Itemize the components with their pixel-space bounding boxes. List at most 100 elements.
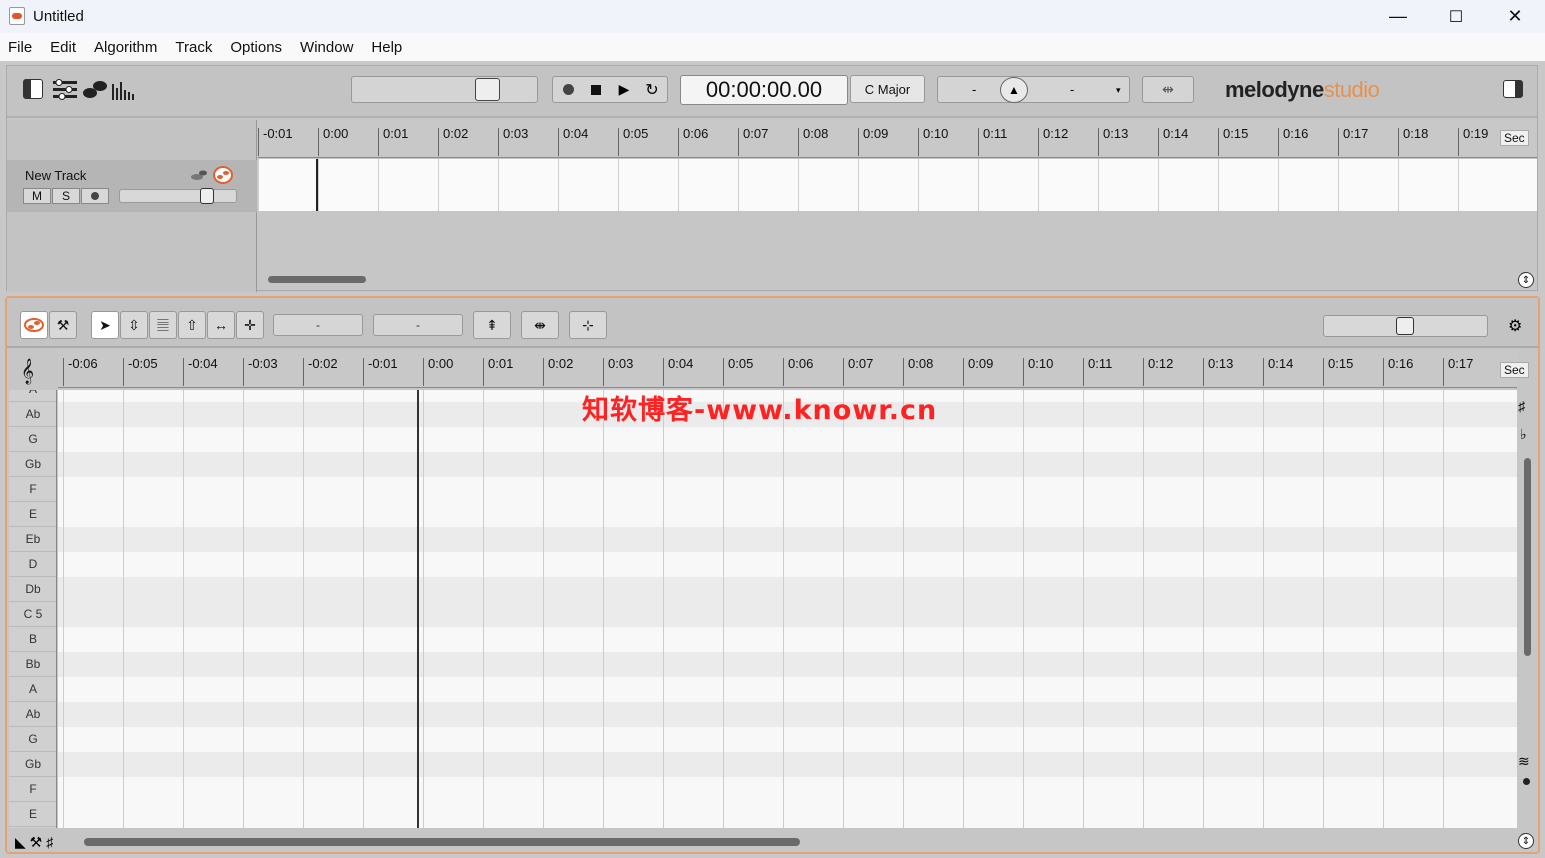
pitch-key[interactable]: G — [9, 727, 56, 752]
lane-gridline — [738, 159, 739, 211]
horizontal-scrollbar[interactable] — [268, 276, 366, 283]
playhead[interactable] — [316, 159, 318, 211]
blob-view-icon[interactable] — [83, 80, 109, 100]
editor-ruler[interactable]: -0:06 -0:05 -0:04 -0:03 -0:02 -0:01 0:00 0:01 0:… — [58, 350, 1517, 388]
sidebar-toggle-icon[interactable] — [23, 79, 43, 99]
pitch-tool-icon[interactable]: ⇳ — [120, 311, 148, 339]
menu-options[interactable]: Options — [230, 39, 282, 56]
layers-icon[interactable]: ≋ — [1518, 753, 1530, 770]
vertical-zoom-knob[interactable] — [1523, 778, 1530, 785]
mute-button[interactable]: M — [23, 188, 51, 204]
zoom-fit-icon[interactable]: ⊹ — [569, 311, 607, 339]
pitch-key[interactable]: E — [9, 502, 56, 527]
solo-button[interactable]: S — [52, 188, 80, 204]
editor-zoom-icon[interactable]: ⇕ — [1518, 833, 1534, 849]
quantize-time-icon[interactable]: ⇼ — [521, 311, 559, 339]
pitch-key[interactable]: Eb — [9, 527, 56, 552]
tracks-list-icon[interactable] — [51, 78, 79, 102]
lane-gridline — [498, 159, 499, 211]
pitch-key[interactable]: A — [9, 390, 56, 402]
ruler-label: 0:05 — [728, 356, 754, 371]
ruler-tick — [318, 128, 319, 156]
treble-clef-icon[interactable]: 𝄞 — [21, 358, 34, 384]
position-slider[interactable] — [351, 76, 538, 103]
note-grid[interactable] — [58, 390, 1517, 828]
tempo-sync-icon[interactable]: ⇹ — [1142, 76, 1194, 103]
pitch-key[interactable]: Db — [9, 577, 56, 602]
pitch-grid-icon[interactable]: ♯ — [1518, 398, 1525, 414]
zoom-slider[interactable] — [1323, 315, 1488, 337]
time-display[interactable]: 00:00:00.00 — [680, 75, 848, 105]
ruler-tick — [603, 358, 604, 386]
ruler-tick — [123, 358, 124, 386]
amplitude-tool-icon[interactable]: ⇧ — [178, 311, 206, 339]
pitch-key[interactable]: A — [9, 677, 56, 702]
pitch-key[interactable]: F — [9, 777, 56, 802]
menu-track[interactable]: Track — [175, 39, 212, 56]
ruler-tick — [1263, 358, 1264, 386]
time-value-field[interactable]: - — [373, 314, 463, 336]
pitch-value-field[interactable]: - — [273, 314, 363, 336]
pitch-key[interactable]: Gb — [9, 752, 56, 777]
play-button[interactable]: ▶ — [612, 79, 636, 100]
note-separation-tool-icon[interactable]: ✛ — [236, 311, 264, 339]
chevron-down-icon[interactable]: ▾ — [1116, 85, 1121, 96]
time-tool-icon[interactable]: ↔ — [207, 311, 235, 339]
tool-settings-icon[interactable]: ⚒ — [49, 311, 77, 339]
pitch-key[interactable]: G — [9, 427, 56, 452]
zoom-icon[interactable]: ⇕ — [1518, 272, 1534, 288]
pitch-key[interactable]: Bb — [9, 652, 56, 677]
key-selector[interactable]: C Major — [850, 75, 925, 103]
quantize-pitch-icon[interactable]: ⇞ — [473, 311, 511, 339]
minimize-button[interactable]: — — [1369, 0, 1427, 33]
gear-icon[interactable]: ⚙ — [1508, 316, 1522, 336]
grid-vline — [603, 390, 604, 828]
tempo-box[interactable]: - ▲ - ▾ — [937, 76, 1130, 103]
close-button[interactable]: ✕ — [1486, 0, 1544, 33]
menu-window[interactable]: Window — [300, 39, 353, 56]
pitch-key[interactable]: Gb — [9, 452, 56, 477]
record-button[interactable] — [556, 79, 580, 100]
track-name[interactable]: New Track — [25, 168, 86, 183]
track-row[interactable]: New Track M S — [7, 160, 257, 212]
maximize-button[interactable]: ☐ — [1427, 0, 1485, 33]
grid-row — [58, 727, 1517, 752]
pitch-ruler[interactable]: AAbGGbFEEbDDbC 5BBbAAbGGbFE — [9, 390, 57, 828]
metronome-icon[interactable]: ▲ — [1000, 77, 1028, 103]
record-arm-button[interactable] — [81, 188, 109, 204]
pitch-key[interactable]: B — [9, 627, 56, 652]
track-lane[interactable] — [258, 159, 1537, 211]
inspector-toggle-icon[interactable] — [1503, 80, 1523, 98]
ruler-label: 0:07 — [848, 356, 874, 371]
ruler-unit-label[interactable]: Sec — [1500, 130, 1529, 146]
menu-edit[interactable]: Edit — [50, 39, 76, 56]
vertical-scrollbar[interactable] — [1524, 458, 1531, 656]
editor-horizontal-scrollbar[interactable] — [84, 838, 800, 846]
track-volume-slider[interactable] — [119, 188, 237, 204]
stop-button[interactable] — [584, 79, 608, 100]
menu-help[interactable]: Help — [371, 39, 402, 56]
main-tool-icon[interactable]: ➤ — [91, 311, 119, 339]
ruler-tick — [1398, 128, 1399, 156]
ruler-label: 0:02 — [548, 356, 574, 371]
menu-file[interactable]: File — [8, 39, 32, 56]
arrangement-ruler[interactable]: -0:01 0:00 0:01 0:02 0:03 0:04 0:05 0:06 0:07 0:0… — [258, 120, 1537, 158]
note-edit-mode-icon[interactable] — [20, 311, 48, 339]
menu-algorithm[interactable]: Algorithm — [94, 39, 157, 56]
pitch-key[interactable]: F — [9, 477, 56, 502]
pitch-key[interactable]: C 5 — [9, 602, 56, 627]
pitch-key[interactable]: Ab — [9, 702, 56, 727]
bottom-tool-icons[interactable]: ◣ ⚒ ♯ — [15, 834, 53, 851]
scale-icon[interactable]: ♭ — [1520, 426, 1527, 443]
ruler-label: 0:06 — [683, 126, 709, 141]
ruler-label: 0:15 — [1328, 356, 1354, 371]
loop-button[interactable]: ↻ — [640, 79, 664, 100]
editor-ruler-unit-label[interactable]: Sec — [1500, 362, 1529, 378]
ruler-tick — [63, 358, 64, 386]
pitch-key[interactable]: D — [9, 552, 56, 577]
pitch-key[interactable]: Ab — [9, 402, 56, 427]
spectrum-icon[interactable] — [111, 80, 135, 100]
formant-tool-icon[interactable]: 𝄚 — [149, 311, 177, 339]
editor-playhead[interactable] — [417, 390, 419, 828]
pitch-key[interactable]: E — [9, 802, 56, 827]
